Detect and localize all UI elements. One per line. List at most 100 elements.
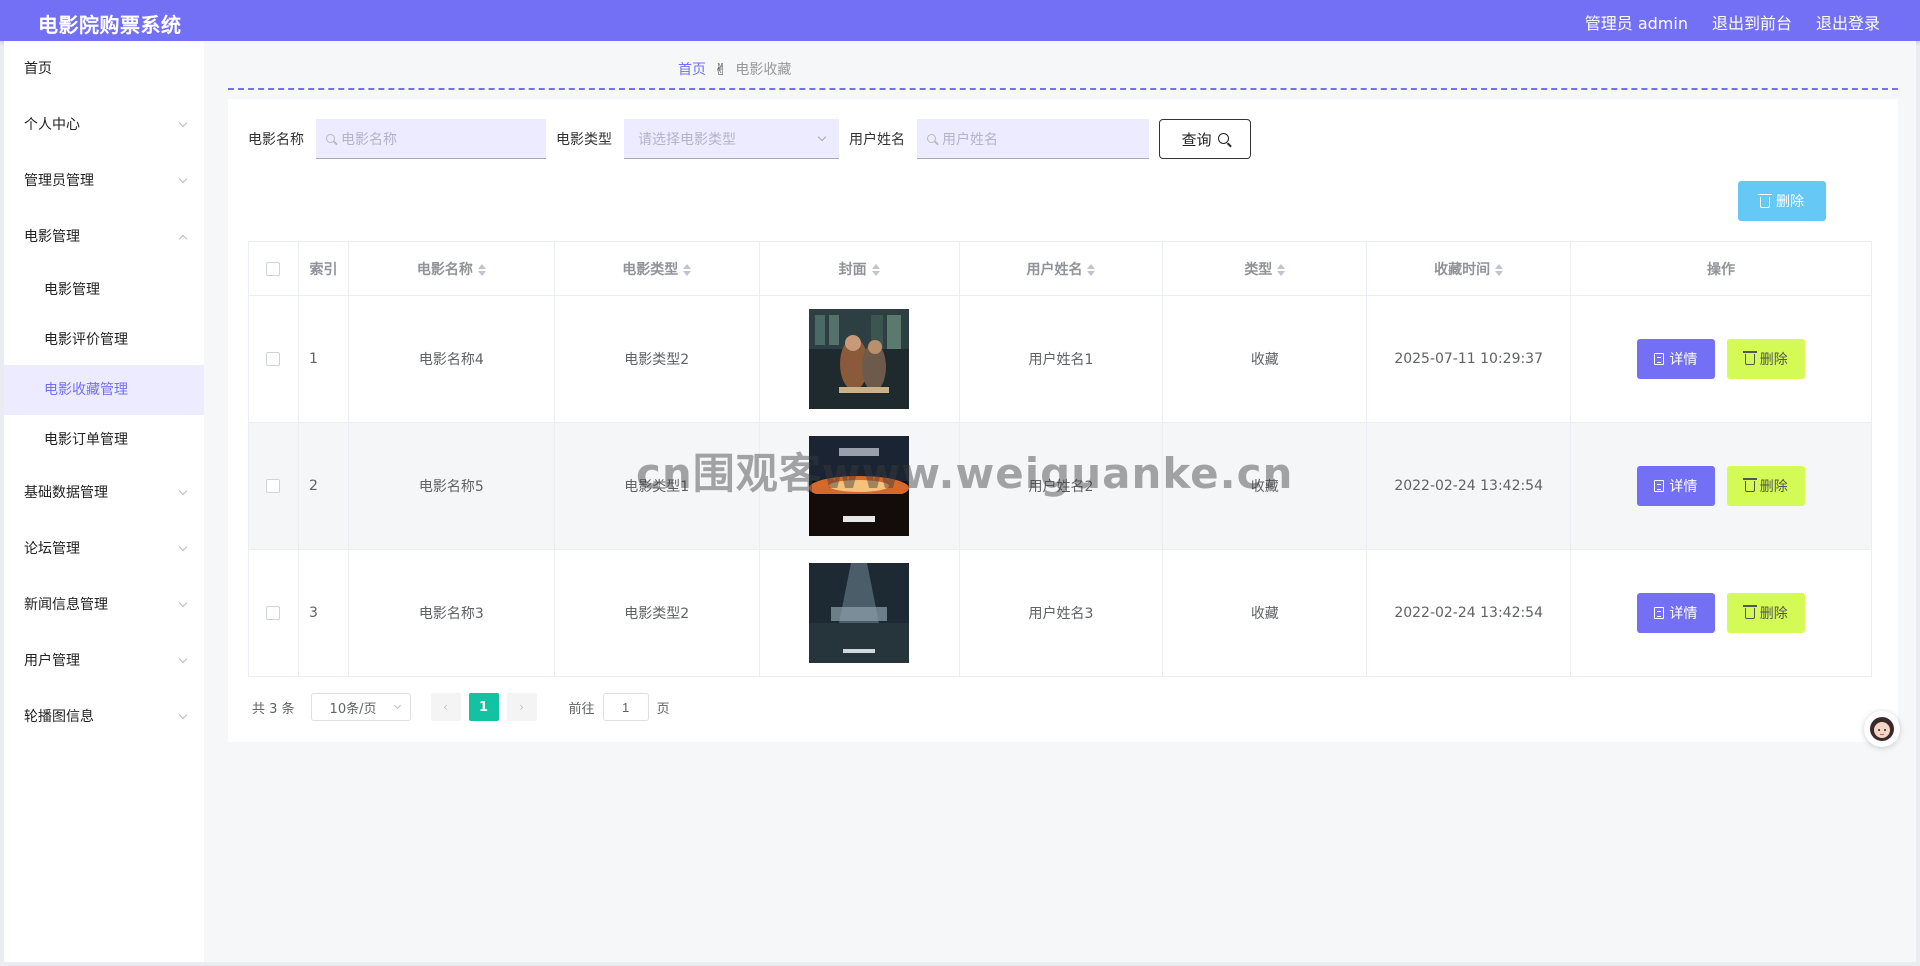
column-header-time[interactable]: 收藏时间 (1366, 241, 1572, 296)
movie-cover-image[interactable] (809, 309, 910, 409)
sort-icon[interactable] (1277, 263, 1286, 276)
sidebar-item-news[interactable]: 新闻信息管理 (4, 577, 204, 633)
sidebar-item-label: 电影管理 (24, 229, 80, 245)
assistant-avatar-icon[interactable] (1864, 711, 1900, 747)
page-size-select[interactable]: 10条/页 (310, 693, 411, 721)
sidebar-item-home[interactable]: 首页 (4, 41, 204, 97)
breadcrumb-current: 电影收藏 (735, 62, 792, 78)
hand-icon: ✌ (714, 59, 728, 79)
column-header-label: 电影类型 (622, 261, 679, 278)
sort-icon[interactable] (477, 263, 486, 276)
breadcrumb-home[interactable]: 首页 (678, 59, 706, 79)
movie-cover-image[interactable] (809, 436, 910, 536)
column-header-label: 电影名称 (416, 261, 473, 278)
column-header-label: 类型 (1244, 261, 1273, 278)
sidebar: 首页 个人中心 管理员管理 电影管理 电影管理 电影评价管理 电影收藏管理 电影… (4, 41, 204, 962)
main-content: 首页 ✌ 电影收藏 电影名称 电影名称 电影类型 请选择电影类型 用户姓名 用户… (204, 41, 1916, 962)
query-button[interactable]: 查询 (1159, 119, 1251, 159)
movie-type-placeholder: 请选择电影类型 (638, 131, 736, 148)
detail-button[interactable]: 详情 (1636, 466, 1715, 507)
row-actions: 详情 删除 (1570, 295, 1872, 423)
trash-icon (1742, 478, 1757, 493)
column-header-movie-type[interactable]: 电影类型 (553, 241, 760, 296)
sort-icon[interactable] (1495, 263, 1504, 276)
column-header-type[interactable]: 类型 (1162, 241, 1368, 296)
document-icon (1654, 480, 1665, 493)
select-all-checkbox[interactable] (266, 261, 281, 276)
row-checkbox[interactable] (266, 352, 281, 366)
user-name-label: 用户姓名 (849, 132, 905, 148)
row-type: 收藏 (1162, 549, 1368, 677)
select-all-cell (248, 241, 299, 296)
movie-type-select[interactable]: 请选择电影类型 (624, 119, 839, 159)
sidebar-item-label: 论坛管理 (24, 541, 80, 557)
sidebar-item-admin[interactable]: 管理员管理 (4, 153, 204, 209)
sidebar-subitem-movie-review[interactable]: 电影评价管理 (4, 315, 204, 365)
logout-link[interactable]: 退出登录 (1816, 10, 1880, 34)
row-select-cell (248, 549, 299, 677)
next-page-button[interactable]: › (506, 693, 537, 721)
delete-button[interactable]: 删除 (1727, 465, 1806, 506)
batch-delete-button[interactable]: 删除 (1738, 181, 1826, 221)
header-actions: 管理员 admin 退出到前台 退出登录 (1585, 10, 1880, 34)
sidebar-subitem-movie-order[interactable]: 电影订单管理 (4, 415, 204, 465)
goto-label: 前往 (568, 701, 595, 717)
sidebar-item-label: 管理员管理 (24, 173, 94, 189)
search-icon (927, 131, 936, 147)
row-cover-cell (758, 295, 960, 423)
sidebar-item-forum[interactable]: 论坛管理 (4, 521, 204, 577)
sidebar-item-users[interactable]: 用户管理 (4, 633, 204, 689)
detail-button[interactable]: 详情 (1636, 593, 1715, 634)
sort-icon[interactable] (683, 263, 692, 276)
row-movie-type: 电影类型1 (553, 422, 760, 550)
sidebar-subitem-movie-manage[interactable]: 电影管理 (4, 265, 204, 315)
column-header-user-name[interactable]: 用户姓名 (958, 241, 1164, 296)
prev-page-button[interactable]: ‹ (430, 693, 461, 721)
sidebar-item-basic-data[interactable]: 基础数据管理 (4, 465, 204, 521)
sort-icon[interactable] (1087, 263, 1096, 276)
row-checkbox[interactable] (266, 606, 281, 620)
row-movie-type: 电影类型2 (553, 549, 760, 677)
column-header: 索引 (297, 241, 349, 296)
pagination: 共 3 条 10条/页 ‹ 1 › 前往 页 (252, 693, 670, 721)
detail-button[interactable]: 详情 (1636, 339, 1715, 380)
goto-page-input[interactable] (602, 693, 649, 721)
column-header-label: 用户姓名 (1026, 261, 1083, 278)
row-user-name: 用户姓名1 (958, 295, 1164, 423)
row-type: 收藏 (1162, 422, 1368, 550)
sidebar-item-label: 新闻信息管理 (24, 597, 108, 613)
sidebar-item-movies[interactable]: 电影管理 (4, 209, 204, 265)
column-header-movie-name[interactable]: 电影名称 (347, 241, 555, 296)
admin-user-label[interactable]: 管理员 admin (1585, 10, 1688, 34)
row-actions: 详情 删除 (1570, 422, 1872, 550)
row-time: 2025-07-11 10:29:37 (1366, 295, 1572, 423)
query-button-label: 查询 (1181, 130, 1212, 149)
delete-button[interactable]: 删除 (1727, 338, 1806, 379)
page-number-current[interactable]: 1 (468, 693, 499, 721)
sort-icon[interactable] (871, 263, 880, 276)
delete-button[interactable]: 删除 (1727, 592, 1806, 633)
detail-button-label: 详情 (1669, 606, 1698, 623)
sidebar-subitem-movie-favorite[interactable]: 电影收藏管理 (4, 365, 204, 415)
row-movie-type: 电影类型2 (553, 295, 760, 423)
avatar-face-icon (1870, 717, 1894, 741)
delete-button-label: 删除 (1759, 351, 1788, 368)
row-index: 1 (297, 295, 349, 423)
movie-cover-image[interactable] (809, 563, 910, 663)
chevron-up-icon (178, 209, 188, 265)
user-name-input[interactable]: 用户姓名 (917, 119, 1149, 159)
favorites-table: 索引 电影名称 电影类型 封面 用户姓名 类型 收藏时间 操作 1 电影名称4 … (248, 241, 1872, 677)
sidebar-item-carousel[interactable]: 轮播图信息 (4, 689, 204, 745)
movie-name-input[interactable]: 电影名称 (316, 119, 546, 159)
row-checkbox[interactable] (266, 479, 281, 493)
movie-name-placeholder: 电影名称 (341, 131, 397, 148)
column-header-label: 封面 (838, 261, 867, 278)
back-to-front-link[interactable]: 退出到前台 (1712, 10, 1792, 34)
document-icon (1654, 607, 1665, 620)
goto-suffix: 页 (656, 701, 670, 717)
row-select-cell (248, 422, 299, 550)
detail-button-label: 详情 (1669, 479, 1698, 496)
sidebar-item-profile[interactable]: 个人中心 (4, 97, 204, 153)
trash-icon (1742, 351, 1757, 366)
column-header-cover[interactable]: 封面 (758, 241, 960, 296)
